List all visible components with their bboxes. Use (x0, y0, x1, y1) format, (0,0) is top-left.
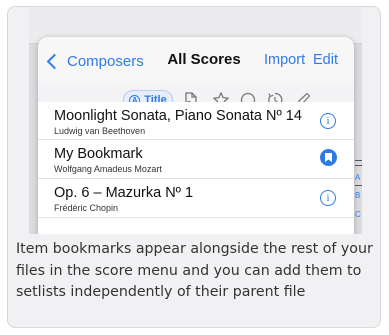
app-screenshot: Composers All Scores Import Edit A Title (29, 7, 362, 234)
score-title: Moonlight Sonata, Piano Sonata Nº 14 (54, 108, 302, 124)
edit-button[interactable]: Edit (313, 52, 338, 68)
score-title: Op. 6 – Mazurka Nº 1 (54, 185, 194, 201)
import-button[interactable]: Import (264, 52, 305, 68)
staff-line (355, 160, 362, 161)
score-composer: Wolfgang Amadeus Mozart (54, 164, 162, 174)
info-icon[interactable]: i (320, 190, 336, 206)
index-letter[interactable]: B (355, 191, 360, 200)
score-menu-popover: Composers All Scores Import Edit A Title (38, 37, 354, 234)
bookmark-icon[interactable] (320, 149, 337, 166)
score-title: My Bookmark (54, 146, 143, 162)
score-row[interactable]: My Bookmark Wolfgang Amadeus Mozart (38, 140, 354, 179)
score-composer: Frédéric Chopin (54, 203, 119, 213)
index-letter[interactable]: C (355, 210, 361, 219)
help-card: Composers All Scores Import Edit A Title (7, 6, 381, 328)
index-letter[interactable]: A (355, 173, 360, 182)
score-composer: Ludwig van Beethoven (54, 126, 146, 136)
score-list: Moonlight Sonata, Piano Sonata Nº 14 Lud… (38, 102, 354, 234)
navigation-bar: Composers All Scores Import Edit (38, 37, 354, 83)
page-title: All Scores (38, 51, 354, 68)
score-row[interactable]: Moonlight Sonata, Piano Sonata Nº 14 Lud… (38, 102, 354, 140)
staff-line (355, 185, 362, 186)
staff-line (355, 165, 362, 166)
page-title-text: All Scores (167, 51, 241, 68)
info-icon[interactable]: i (320, 113, 336, 129)
score-row[interactable]: Op. 6 – Mazurka Nº 1 Frédéric Chopin i (38, 179, 354, 218)
caption-text: Item bookmarks appear alongside the rest… (16, 241, 373, 300)
